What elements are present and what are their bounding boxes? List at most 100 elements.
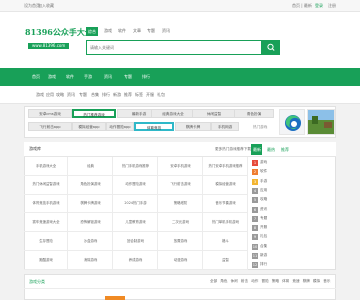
subnav-item[interactable]: 标签 xyxy=(135,93,143,97)
category-tab[interactable]: 棋牌 xyxy=(303,279,310,284)
grid-cell[interactable]: 放置游戏 xyxy=(158,232,203,251)
rank-item[interactable]: 手游 xyxy=(260,179,267,184)
grid-cell[interactable]: 赛车竞速游戏大全 xyxy=(24,213,68,233)
grid-cell[interactable]: 热门休闲益智游戏 xyxy=(24,175,68,195)
grid-cell[interactable]: 飞行射击游戏 xyxy=(158,175,203,195)
keyword-button[interactable]: 手机网游 xyxy=(211,122,239,131)
search-input[interactable] xyxy=(86,40,262,55)
keyword-button[interactable]: 经典游戏大全 xyxy=(151,109,195,118)
grid-cell[interactable]: 2024热门手游 xyxy=(113,194,158,214)
game-thumbnail[interactable] xyxy=(307,109,335,135)
grid-cell[interactable]: 模拟经营游戏 xyxy=(203,175,248,195)
category-tab[interactable]: 策略 xyxy=(272,279,279,284)
site-logo[interactable]: 81396公众手大全 xyxy=(25,28,93,36)
grid-cell[interactable]: 回合制游戏 xyxy=(113,232,158,251)
grid-cell[interactable]: 消除游戏 xyxy=(68,251,113,270)
grid-cell[interactable]: 棋牌卡牌游戏 xyxy=(68,194,113,214)
rank-item[interactable]: 软件 xyxy=(260,170,267,174)
rank-item[interactable]: 新游 xyxy=(260,253,267,258)
search-tab[interactable]: 资讯 xyxy=(162,29,170,33)
subnav-item[interactable]: 游戏 xyxy=(36,93,44,97)
search-tab[interactable]: 专题 xyxy=(147,29,155,33)
card-tab[interactable]: 推荐 xyxy=(281,148,289,152)
login-link[interactable]: 登录 xyxy=(315,4,323,8)
grid-cell[interactable]: 生存冒险 xyxy=(24,232,68,251)
nav-item[interactable]: 游戏 xyxy=(48,75,56,79)
grid-cell[interactable]: 体育竞技手机游戏 xyxy=(24,194,68,214)
category-tab[interactable]: 射击 xyxy=(241,279,248,284)
search-tab[interactable]: 文章 xyxy=(133,29,141,33)
category-tab[interactable]: 全部 xyxy=(210,279,217,284)
card-tab-active[interactable]: 最新 xyxy=(251,144,262,155)
grid-cell[interactable]: 经典 xyxy=(68,157,113,176)
nav-item[interactable]: 专题 xyxy=(124,75,132,79)
grid-cell[interactable]: 角色扮演游戏 xyxy=(68,175,113,195)
grid-cell[interactable]: 热门安卓手机游戏推荐 xyxy=(203,157,248,176)
grid-cell[interactable]: 沙盒游戏 xyxy=(68,232,113,251)
grid-cell[interactable]: 养成游戏 xyxy=(113,251,158,270)
rank-item[interactable]: 游戏 xyxy=(260,160,267,165)
keyword-button[interactable]: 休闲益智 xyxy=(192,109,236,118)
grid-cell[interactable]: 恐怖解谜游戏 xyxy=(68,213,113,233)
category-tab[interactable]: 动作 xyxy=(251,279,258,284)
subnav-item[interactable]: 开服 xyxy=(146,93,154,97)
rank-item[interactable]: 开服 xyxy=(260,225,267,230)
category-tab[interactable]: 体育 xyxy=(282,279,289,284)
keyword-button[interactable]: 角色扮演 xyxy=(234,109,274,118)
nav-item[interactable]: 手游 xyxy=(84,75,92,79)
app-thumbnail[interactable] xyxy=(279,109,305,135)
rank-item[interactable]: 排行 xyxy=(260,263,267,267)
rank-item[interactable]: 资讯 xyxy=(260,207,267,212)
search-tab-active[interactable]: 综合 xyxy=(86,27,98,36)
category-tab[interactable]: 休闲 xyxy=(231,279,238,284)
grid-cell[interactable]: 热门手机游戏推荐 xyxy=(113,157,158,176)
subnav-item[interactable]: 合集 xyxy=(91,93,99,97)
subnav-item[interactable]: 推荐 xyxy=(124,93,132,97)
subnav-item[interactable]: 礼包 xyxy=(157,93,165,97)
grid-cell[interactable]: 动漫游戏 xyxy=(158,251,203,270)
nav-item[interactable]: 资讯 xyxy=(104,75,112,79)
grid-cell[interactable]: 格斗 xyxy=(203,232,248,251)
grid-cell[interactable]: 热门单机手机游戏 xyxy=(203,213,248,233)
nav-item[interactable]: 首页 xyxy=(32,75,40,79)
grid-cell[interactable]: 策略塔防 xyxy=(158,194,203,214)
grid-cell[interactable]: 手机游戏大全 xyxy=(24,157,68,176)
keyword-button[interactable]: 模拟经营app xyxy=(72,122,106,131)
keyword-button-highlight[interactable]: 热门推荐游戏 xyxy=(72,109,116,118)
card-tab[interactable]: 最热 xyxy=(267,148,275,152)
grid-cell[interactable]: 动作冒险游戏 xyxy=(113,175,158,195)
subnav-item[interactable]: 攻略 xyxy=(56,93,64,97)
nav-item[interactable]: 排行 xyxy=(142,75,150,79)
grid-cell[interactable]: 二次元游戏 xyxy=(158,213,203,233)
keyword-button[interactable]: 动作冒险app xyxy=(106,122,134,131)
category-tab[interactable]: 音乐 xyxy=(323,279,330,284)
grid-cell[interactable]: 益智 xyxy=(203,251,248,270)
topbar-link-favorite[interactable]: 加入收藏 xyxy=(38,4,54,8)
category-tab[interactable]: 冒险 xyxy=(262,279,269,284)
grid-cell[interactable]: 音乐节奏游戏 xyxy=(203,194,248,214)
rank-item[interactable]: 合集 xyxy=(260,244,267,249)
subnav-item[interactable]: 新游 xyxy=(113,93,121,97)
rank-item[interactable]: 攻略 xyxy=(260,198,267,202)
subnav-item[interactable]: 应用 xyxy=(46,93,54,97)
rank-item[interactable]: 应用 xyxy=(260,188,267,193)
keyword-button[interactable]: 安卓cms游戏 xyxy=(28,109,72,118)
keyword-button-highlight[interactable]: 体育竞技 xyxy=(134,122,174,131)
category-tab[interactable]: 模拟 xyxy=(313,279,320,284)
keyword-button[interactable]: 棋牌卡牌 xyxy=(175,122,211,131)
grid-cell[interactable]: 安卓手机游戏 xyxy=(158,157,203,176)
search-tab[interactable]: 游戏 xyxy=(104,29,112,33)
keyword-button[interactable]: 飞行射击app xyxy=(28,122,72,131)
rank-item[interactable]: 专题 xyxy=(260,216,267,221)
grid-cell[interactable]: 儿童教育游戏 xyxy=(113,213,158,233)
subnav-item[interactable]: 排行 xyxy=(102,93,110,97)
register-link[interactable]: 注册 xyxy=(328,4,336,8)
grid-cell[interactable]: 跑酷游戏 xyxy=(24,251,68,270)
subnav-item[interactable]: 资讯 xyxy=(67,93,75,97)
subnav-item[interactable]: 专题 xyxy=(79,93,87,97)
category-tab[interactable]: 竞速 xyxy=(292,279,299,284)
rank-item[interactable]: 礼包 xyxy=(260,235,267,239)
search-button[interactable] xyxy=(262,40,280,55)
search-tab[interactable]: 软件 xyxy=(118,29,126,33)
nav-item[interactable]: 软件 xyxy=(66,75,74,79)
